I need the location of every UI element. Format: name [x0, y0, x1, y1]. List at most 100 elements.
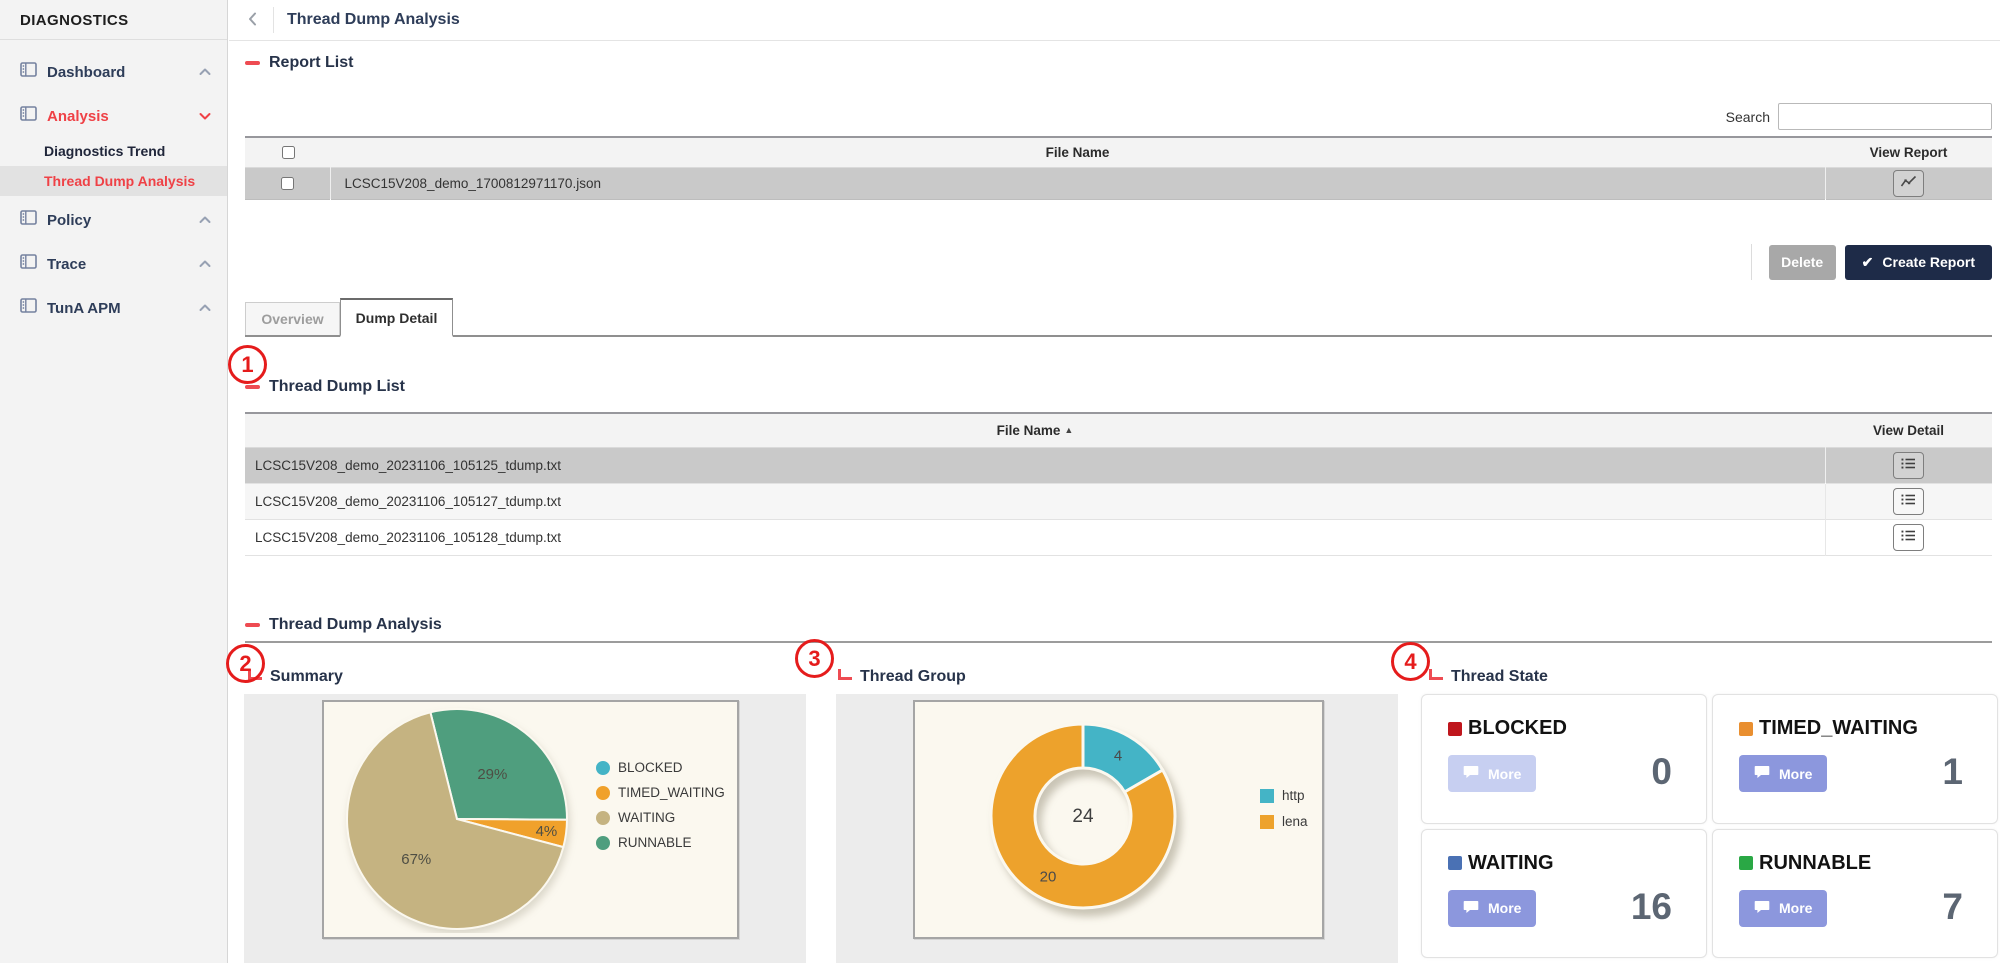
tab-overview[interactable]: Overview	[245, 302, 340, 335]
sidebar-item-analysis[interactable]: Analysis	[0, 96, 227, 136]
sidebar-item-trace[interactable]: Trace	[0, 244, 227, 284]
legend-item-http[interactable]: http	[1260, 788, 1308, 803]
search-input[interactable]	[1778, 103, 1992, 130]
pie-slice-value: 67%	[401, 851, 431, 868]
view-detail-button[interactable]	[1893, 488, 1924, 515]
summary-pie-chart: 29%4%67% BLOCKEDTIMED_WAITINGWAITINGRUNN…	[322, 700, 739, 939]
state-card-runnable: RUNNABLE More 7	[1712, 829, 1998, 959]
chevron-up-icon	[199, 63, 211, 81]
legend-item-blocked[interactable]: BLOCKED	[596, 760, 725, 775]
legend-swatch	[1260, 815, 1274, 829]
report-table-row[interactable]: LCSC15V208_demo_1700812971170.json	[245, 167, 1992, 199]
column-label: File Name	[997, 423, 1061, 438]
report-list-header: Report List	[245, 54, 353, 72]
dump-row-selected[interactable]: LCSC15V208_demo_20231106_105125_tdump.tx…	[245, 447, 1992, 483]
more-label: More	[1488, 766, 1521, 782]
speech-bubble-icon	[1754, 765, 1770, 782]
check-icon: ✔	[1862, 254, 1874, 271]
section-dash-icon	[245, 61, 260, 65]
dump-table-header-row: File Name▲ View Detail	[245, 413, 1992, 447]
legend-label: TIMED_WAITING	[618, 785, 725, 800]
legend-swatch	[596, 836, 610, 850]
sidebar-item-label: TunA APM	[47, 300, 199, 317]
search-row: Search	[1726, 103, 1992, 130]
sidebar-item-label: Dashboard	[47, 64, 199, 81]
donut-slice-value: 20	[1040, 869, 1057, 886]
state-label: WAITING	[1468, 852, 1554, 875]
sidebar-item-label: Thread Dump Analysis	[44, 173, 195, 189]
sidebar-item-tuna-apm[interactable]: TunA APM	[0, 288, 227, 328]
section-title: Report List	[269, 54, 353, 72]
create-report-label: Create Report	[1882, 254, 1975, 270]
tab-dump-detail[interactable]: Dump Detail	[340, 298, 453, 337]
annotation-circle-2: 2	[226, 644, 265, 683]
more-label: More	[1488, 900, 1521, 916]
state-card-timed-waiting: TIMED_WAITING More 1	[1712, 694, 1998, 824]
dump-row[interactable]: LCSC15V208_demo_20231106_105127_tdump.tx…	[245, 483, 1992, 519]
state-color-swatch	[1739, 722, 1753, 736]
speech-bubble-icon	[1754, 900, 1770, 917]
column-view-report: View Report	[1825, 137, 1992, 167]
state-card-blocked: BLOCKED More 0	[1421, 694, 1707, 824]
back-button[interactable]	[243, 12, 261, 30]
legend-swatch	[596, 811, 610, 825]
legend-item-timed_waiting[interactable]: TIMED_WAITING	[596, 785, 725, 800]
more-button[interactable]: More	[1448, 890, 1536, 927]
sidebar-item-diagnostics-trend[interactable]: Diagnostics Trend	[0, 136, 227, 166]
view-detail-cell	[1825, 447, 1992, 483]
legend-item-waiting[interactable]: WAITING	[596, 810, 725, 825]
sidebar-item-policy[interactable]: Policy	[0, 200, 227, 240]
page-title: Thread Dump Analysis	[287, 11, 460, 29]
topbar: Thread Dump Analysis	[229, 0, 2000, 41]
list-icon	[1901, 457, 1916, 473]
row-select-cell	[245, 167, 330, 199]
search-label: Search	[1726, 109, 1770, 125]
sort-asc-icon: ▲	[1064, 425, 1073, 435]
create-report-button[interactable]: ✔ Create Report	[1845, 245, 1992, 280]
column-file-name-sortable[interactable]: File Name▲	[245, 413, 1825, 447]
donut-slice-value: 4	[1114, 747, 1122, 764]
section-dash-icon	[245, 385, 260, 389]
state-color-swatch	[1448, 856, 1462, 870]
sidebar-item-thread-dump-analysis[interactable]: Thread Dump Analysis	[0, 166, 227, 196]
state-label: RUNNABLE	[1759, 852, 1871, 875]
report-file-name: LCSC15V208_demo_1700812971170.json	[330, 167, 1825, 199]
window-icon	[20, 298, 37, 318]
view-detail-cell	[1825, 483, 1992, 519]
select-all-checkbox[interactable]	[282, 146, 295, 159]
thread-group-header: Thread Group	[838, 668, 966, 686]
state-color-swatch	[1739, 856, 1753, 870]
panel-title: Summary	[270, 668, 343, 686]
view-detail-cell	[1825, 519, 1992, 555]
view-report-button[interactable]	[1893, 170, 1924, 197]
legend-item-lena[interactable]: lena	[1260, 814, 1308, 829]
window-icon	[20, 106, 37, 126]
more-button[interactable]: More	[1739, 755, 1827, 792]
row-checkbox[interactable]	[281, 177, 294, 190]
speech-bubble-icon	[1463, 765, 1479, 782]
view-detail-button[interactable]	[1893, 452, 1924, 479]
column-view-detail: View Detail	[1825, 413, 1992, 447]
dump-row[interactable]: LCSC15V208_demo_20231106_105128_tdump.tx…	[245, 519, 1992, 555]
dump-file-name: LCSC15V208_demo_20231106_105127_tdump.tx…	[245, 483, 1825, 519]
legend-item-runnable[interactable]: RUNNABLE	[596, 835, 725, 850]
app-root: DIAGNOSTICS Dashboard Analysis Diagnosti…	[0, 0, 2000, 963]
thread-dump-list-header: Thread Dump List	[245, 378, 405, 396]
view-detail-button[interactable]	[1893, 524, 1924, 551]
annotation-circle-1: 1	[228, 345, 267, 384]
thread-state-grid: BLOCKED More 0 TIMED_WAITING More 1 WAIT…	[1421, 694, 1998, 958]
pie-slice-value: 4%	[536, 823, 558, 840]
more-button[interactable]: More	[1448, 755, 1536, 792]
legend-label: WAITING	[618, 810, 675, 825]
thread-dump-analysis-header: Thread Dump Analysis	[245, 616, 442, 634]
dump-file-name: LCSC15V208_demo_20231106_105125_tdump.tx…	[245, 447, 1825, 483]
state-value: 1	[1942, 751, 1963, 793]
window-icon	[20, 62, 37, 82]
sidebar-item-label: Diagnostics Trend	[44, 143, 165, 159]
select-all-cell	[245, 137, 330, 167]
sidebar-item-dashboard[interactable]: Dashboard	[0, 52, 227, 92]
delete-button[interactable]: Delete	[1769, 245, 1836, 280]
more-button[interactable]: More	[1739, 890, 1827, 927]
legend-label: http	[1282, 788, 1305, 803]
donut-legend: http lena	[1260, 788, 1308, 829]
